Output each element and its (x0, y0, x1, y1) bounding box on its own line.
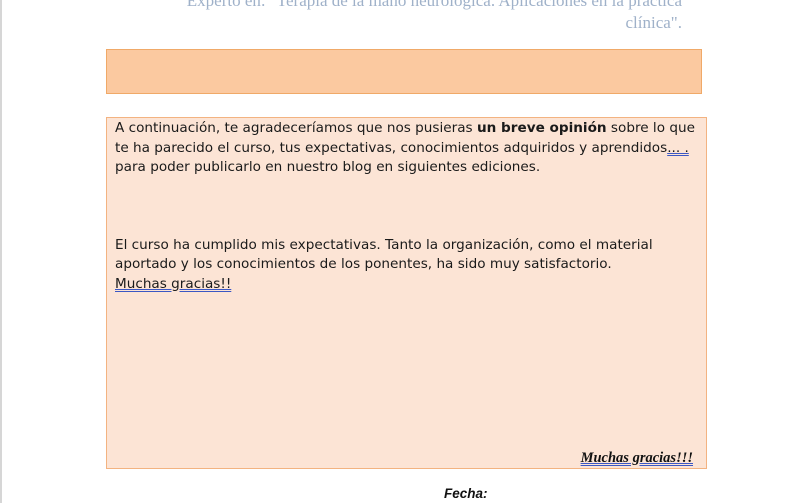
intro-text-before: A continuación, te agradeceríamos que no… (115, 120, 477, 136)
intro-bold-text: un breve opinión (476, 120, 607, 136)
name-field-bar[interactable] (106, 49, 702, 94)
course-title-line-2: clínica". (625, 13, 683, 32)
opinion-text-box[interactable]: A continuación, te agradeceríamos que no… (106, 117, 707, 469)
footer-thanks-text: Muchas gracias!!! (580, 449, 693, 466)
page-left-edge (0, 0, 2, 503)
intro-ellipsis: ... . (667, 139, 689, 156)
response-thanks: Muchas gracias!! (115, 275, 232, 292)
course-title-line-1: Experto en: "Terapia de la mano neurológ… (186, 0, 682, 10)
intro-paragraph: A continuación, te agradeceríamos que no… (115, 119, 698, 178)
intro-text-end: para poder publicarlo en nuestro blog en… (115, 159, 541, 175)
response-paragraph: El curso ha cumplido mis expectativas. T… (115, 236, 653, 273)
date-label: Fecha: (444, 486, 488, 501)
footer-thanks: Muchas gracias!!! (581, 449, 693, 469)
response-thanks-line: Muchas gracias!! (115, 275, 698, 295)
course-title-header: Experto en: "Terapia de la mano neurológ… (150, 0, 682, 34)
